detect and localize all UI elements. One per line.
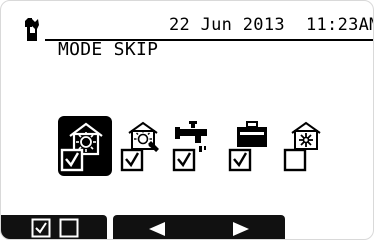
function-bar-left <box>1 215 107 239</box>
checkbox-empty-icon[interactable] <box>59 218 79 238</box>
date-text: 22 Jun 2013 <box>169 15 285 35</box>
hot-water-checkbox <box>172 148 196 172</box>
arrow-left-icon[interactable] <box>147 221 167 237</box>
date-time-display: 22 Jun 2013 11:23AM <box>169 15 374 35</box>
function-bar-middle <box>113 215 285 239</box>
heating-eco-icon <box>128 121 159 152</box>
hot-water-tap-icon <box>175 121 207 152</box>
mode-holiday[interactable] <box>227 119 277 177</box>
mode-hot-water[interactable] <box>171 119 221 177</box>
controller-screen: 22 Jun 2013 11:23AM MODE SKIP <box>0 0 374 240</box>
arrow-right-icon[interactable] <box>231 221 251 237</box>
heating-eco-checkbox <box>120 148 144 172</box>
holiday-checkbox <box>228 148 252 172</box>
holiday-suitcase-icon <box>237 121 267 147</box>
mode-cooling[interactable] <box>282 119 332 177</box>
mode-heating-eco[interactable] <box>119 119 169 177</box>
checkbox-checked-icon[interactable] <box>31 218 51 238</box>
cooling-checkbox <box>283 148 307 172</box>
mode-heating[interactable] <box>58 116 112 176</box>
screen-title: MODE SKIP <box>58 39 159 60</box>
heating-checkbox <box>60 148 84 172</box>
cooling-snowflake-icon <box>291 121 321 150</box>
time-text: 11:23AM <box>305 15 374 35</box>
